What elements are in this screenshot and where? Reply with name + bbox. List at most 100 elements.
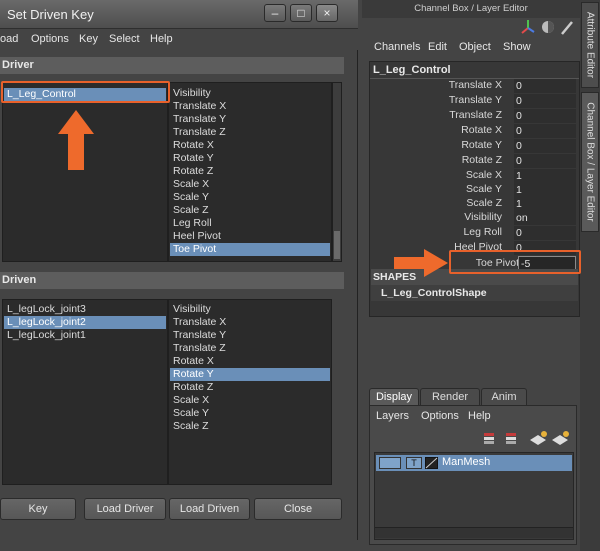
tab-display[interactable]: Display [369,388,419,406]
attr-value-field[interactable]: 1 [514,183,576,197]
layer-row-manmesh[interactable]: T ManMesh [376,455,572,471]
attr-value-field[interactable]: 0 [514,79,576,93]
arrow-up-icon [58,110,94,170]
close-button[interactable]: Close [254,498,342,520]
list-item[interactable]: Visibility [170,87,330,100]
driver-attribute-list[interactable]: Visibility Translate X Translate Y Trans… [168,82,332,262]
list-item[interactable]: Heel Pivot [170,230,330,243]
list-item[interactable]: Translate Z [170,126,330,139]
attr-value-field[interactable]: 1 [514,197,576,211]
driver-scrollbar[interactable] [332,82,342,262]
attr-value-field[interactable]: 0 [514,94,576,108]
new-layer-icon[interactable] [484,433,494,444]
list-item[interactable]: L_legLock_joint1 [4,329,166,342]
close-window-button[interactable]: × [316,4,338,22]
list-item[interactable]: Rotate Z [170,165,330,178]
list-item[interactable]: Scale Z [170,420,330,433]
layer-toolbar [484,431,569,445]
minimize-button[interactable]: – [264,4,286,22]
list-item[interactable]: L_Leg_Control [4,88,166,101]
list-item[interactable]: Translate Y [170,113,330,126]
list-item[interactable]: Translate Z [170,342,330,355]
list-item[interactable]: Scale X [170,178,330,191]
menu-select[interactable]: Select [109,33,140,45]
driven-header[interactable]: Driven [0,272,344,289]
list-item[interactable]: Rotate Z [170,381,330,394]
menu-options[interactable]: Options [31,33,69,45]
tool-icon[interactable] [561,21,573,35]
list-item[interactable]: L_legLock_joint2 [4,316,166,329]
driven-attribute-list[interactable]: Visibility Translate X Translate Y Trans… [168,299,332,485]
layer-remove-icon[interactable] [552,431,569,445]
tab-channel-box[interactable]: Channel Box / Layer Editor [581,92,599,232]
driven-object-list[interactable]: L_legLock_joint3 L_legLock_joint2 L_legL… [2,299,168,485]
menu-object[interactable]: Object [459,41,491,53]
layer-color-icon[interactable] [425,457,438,469]
list-item[interactable]: Visibility [170,303,330,316]
load-driven-button[interactable]: Load Driven [169,498,250,520]
list-item[interactable]: Translate X [170,316,330,329]
attr-label: Heel Pivot [454,241,502,253]
channel-list: L_Leg_Control Translate X 0 Translate Y … [369,61,580,317]
menu-key[interactable]: Key [79,33,98,45]
list-item[interactable]: Translate Y [170,329,330,342]
attr-label: Rotate Y [461,139,502,151]
visibility-toggle[interactable] [379,457,401,469]
attr-label: Scale Y [466,183,502,195]
list-item[interactable]: Rotate X [170,355,330,368]
attr-value-field[interactable]: 0 [514,241,576,255]
key-button[interactable]: Key [0,498,76,520]
window-titlebar[interactable]: Set Driven Key – □ × [0,0,358,29]
menu-help[interactable]: Help [468,410,491,422]
attr-label: Scale X [465,169,502,181]
menu-layers[interactable]: Layers [376,410,409,422]
attr-value-field[interactable]: 0 [514,124,576,138]
menu-load[interactable]: oad [0,33,18,45]
list-item[interactable]: Translate X [170,100,330,113]
attr-label: Translate X [448,79,502,91]
menu-help[interactable]: Help [150,33,173,45]
shape-name[interactable]: L_Leg_ControlShape [371,285,578,301]
attr-label: Translate Y [448,94,502,106]
menu-show[interactable]: Show [503,41,531,53]
attr-value-field[interactable]: 0 [514,139,576,153]
attr-label: Rotate Z [461,154,502,166]
list-item[interactable]: Scale Y [170,407,330,420]
tab-render[interactable]: Render [420,388,480,406]
list-item[interactable]: Toe Pivot [170,243,330,256]
list-item[interactable]: Scale Z [170,204,330,217]
set-driven-key-window: Set Driven Key – □ × oad Options Key Sel… [0,0,358,540]
driver-header[interactable]: Driver [0,57,344,74]
axis-icon[interactable] [521,20,535,34]
layer-name[interactable]: ManMesh [442,456,490,468]
shading-icon[interactable] [542,21,554,33]
tab-attribute-editor[interactable]: Attribute Editor [581,2,599,88]
list-item[interactable]: Rotate Y [170,152,330,165]
tab-anim[interactable]: Anim [481,388,527,406]
attr-value-field[interactable]: 0 [514,226,576,240]
side-tab-strip: Attribute Editor Channel Box / Layer Edi… [580,0,600,551]
new-layer-selected-icon[interactable] [506,433,516,444]
layer-scrollbar[interactable] [375,527,573,538]
maximize-button[interactable]: □ [290,4,312,22]
menu-bar: oad Options Key Select Help [0,29,358,50]
object-name[interactable]: L_Leg_Control [373,64,451,76]
attr-value-field[interactable]: 0 [514,154,576,168]
menu-edit[interactable]: Edit [428,41,447,53]
menu-channels[interactable]: Channels [374,41,420,53]
layer-list: T ManMesh [374,452,574,540]
attr-value-field[interactable]: 0 [514,109,576,123]
list-item[interactable]: L_legLock_joint3 [4,303,166,316]
list-item[interactable]: Scale X [170,394,330,407]
attr-value-field[interactable]: on [514,211,576,225]
list-item[interactable]: Rotate Y [170,368,330,381]
load-driver-button[interactable]: Load Driver [84,498,166,520]
layer-add-icon[interactable] [530,431,547,445]
list-item[interactable]: Rotate X [170,139,330,152]
template-toggle[interactable]: T [406,457,422,469]
attr-label: Rotate X [461,124,502,136]
attr-value-field[interactable]: 1 [514,169,576,183]
list-item[interactable]: Leg Roll [170,217,330,230]
list-item[interactable]: Scale Y [170,191,330,204]
menu-options[interactable]: Options [421,410,459,422]
